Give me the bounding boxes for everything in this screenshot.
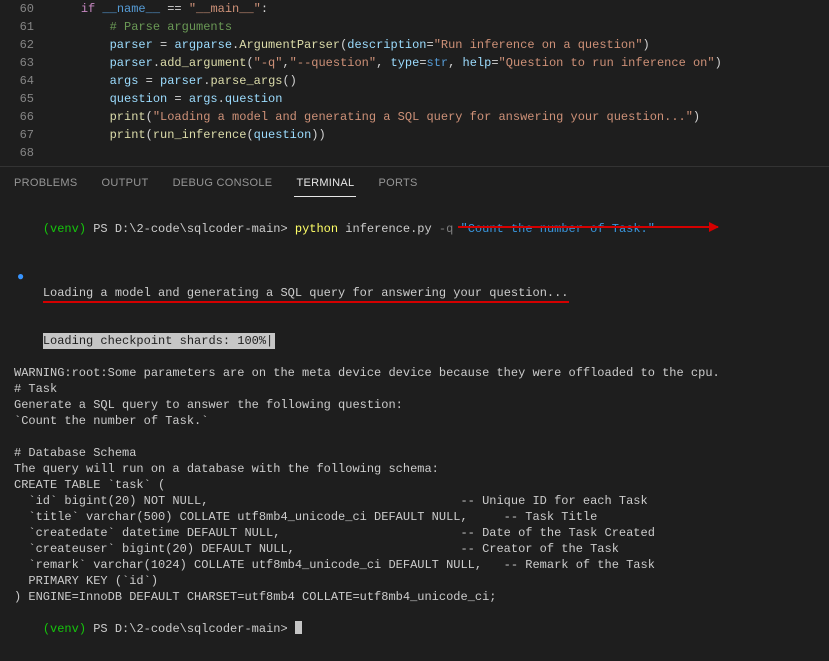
panel-tab-problems[interactable]: PROBLEMS	[12, 173, 80, 197]
code-content[interactable]: parser.add_argument("-q","--question", t…	[52, 54, 722, 72]
terminal-panel[interactable]: (venv) PS D:\2-code\sqlcoder-main> pytho…	[0, 197, 829, 661]
terminal-output-line: ● Loading a model and generating a SQL q…	[14, 253, 815, 317]
terminal-output-line: The query will run on a database with th…	[14, 461, 815, 477]
code-line[interactable]: 67 print(run_inference(question))	[0, 126, 829, 144]
terminal-output-line: Loading checkpoint shards: 100%|	[14, 317, 815, 365]
code-content[interactable]: # Parse arguments	[52, 18, 232, 36]
terminal-output-line: `Count the number of Task.`	[14, 413, 815, 429]
line-number: 63	[0, 54, 52, 72]
line-number: 62	[0, 36, 52, 54]
terminal-output-line: `id` bigint(20) NOT NULL, -- Unique ID f…	[14, 493, 815, 509]
line-number: 66	[0, 108, 52, 126]
terminal-output-line: `createuser` bigint(20) DEFAULT NULL, --…	[14, 541, 815, 557]
terminal-output-line: `remark` varchar(1024) COLLATE utf8mb4_u…	[14, 557, 815, 573]
panel-tab-ports[interactable]: PORTS	[376, 173, 419, 197]
panel-tabs: PROBLEMS OUTPUT DEBUG CONSOLE TERMINAL PORTS	[0, 166, 829, 197]
line-number: 64	[0, 72, 52, 90]
terminal-output-line: # Database Schema	[14, 445, 815, 461]
cursor	[295, 621, 302, 634]
terminal-output-line: # Task	[14, 381, 815, 397]
annotated-output: Loading a model and generating a SQL que…	[43, 286, 569, 303]
line-number: 61	[0, 18, 52, 36]
code-line[interactable]: 65 question = args.question	[0, 90, 829, 108]
code-line[interactable]: 61 # Parse arguments	[0, 18, 829, 36]
terminal-output-line: Generate a SQL query to answer the follo…	[14, 397, 815, 413]
panel-tab-output[interactable]: OUTPUT	[100, 173, 151, 197]
code-content[interactable]: print(run_inference(question))	[52, 126, 326, 144]
terminal-command-line: (venv) PS D:\2-code\sqlcoder-main> pytho…	[14, 205, 815, 253]
terminal-output-line: `title` varchar(500) COLLATE utf8mb4_uni…	[14, 509, 815, 525]
terminal-output-line: CREATE TABLE `task` (	[14, 477, 815, 493]
code-line[interactable]: 68	[0, 144, 829, 162]
code-content[interactable]: parser = argparse.ArgumentParser(descrip…	[52, 36, 650, 54]
panel-tab-debug-console[interactable]: DEBUG CONSOLE	[171, 173, 275, 197]
line-number: 67	[0, 126, 52, 144]
line-number: 68	[0, 144, 52, 162]
terminal-output-line: WARNING:root:Some parameters are on the …	[14, 365, 815, 381]
annotation-arrow	[458, 226, 718, 228]
code-content[interactable]: question = args.question	[52, 90, 282, 108]
code-editor[interactable]: 60 if __name__ == "__main__":61 # Parse …	[0, 0, 829, 166]
terminal-output-line: PRIMARY KEY (`id`)	[14, 573, 815, 589]
code-line[interactable]: 62 parser = argparse.ArgumentParser(desc…	[0, 36, 829, 54]
line-number: 60	[0, 0, 52, 18]
line-number: 65	[0, 90, 52, 108]
code-line[interactable]: 66 print("Loading a model and generating…	[0, 108, 829, 126]
terminal-output-line: ) ENGINE=InnoDB DEFAULT CHARSET=utf8mb4 …	[14, 589, 815, 605]
panel-tab-terminal[interactable]: TERMINAL	[294, 173, 356, 197]
code-content[interactable]: if __name__ == "__main__":	[52, 0, 268, 18]
code-line[interactable]: 63 parser.add_argument("-q","--question"…	[0, 54, 829, 72]
terminal-output-line	[14, 429, 815, 445]
code-content[interactable]: args = parser.parse_args()	[52, 72, 297, 90]
bullet-icon: ●	[17, 269, 24, 285]
code-content[interactable]: print("Loading a model and generating a …	[52, 108, 700, 126]
code-line[interactable]: 64 args = parser.parse_args()	[0, 72, 829, 90]
terminal-output-line: `createdate` datetime DEFAULT NULL, -- D…	[14, 525, 815, 541]
code-line[interactable]: 60 if __name__ == "__main__":	[0, 0, 829, 18]
terminal-prompt[interactable]: (venv) PS D:\2-code\sqlcoder-main>	[14, 605, 815, 653]
